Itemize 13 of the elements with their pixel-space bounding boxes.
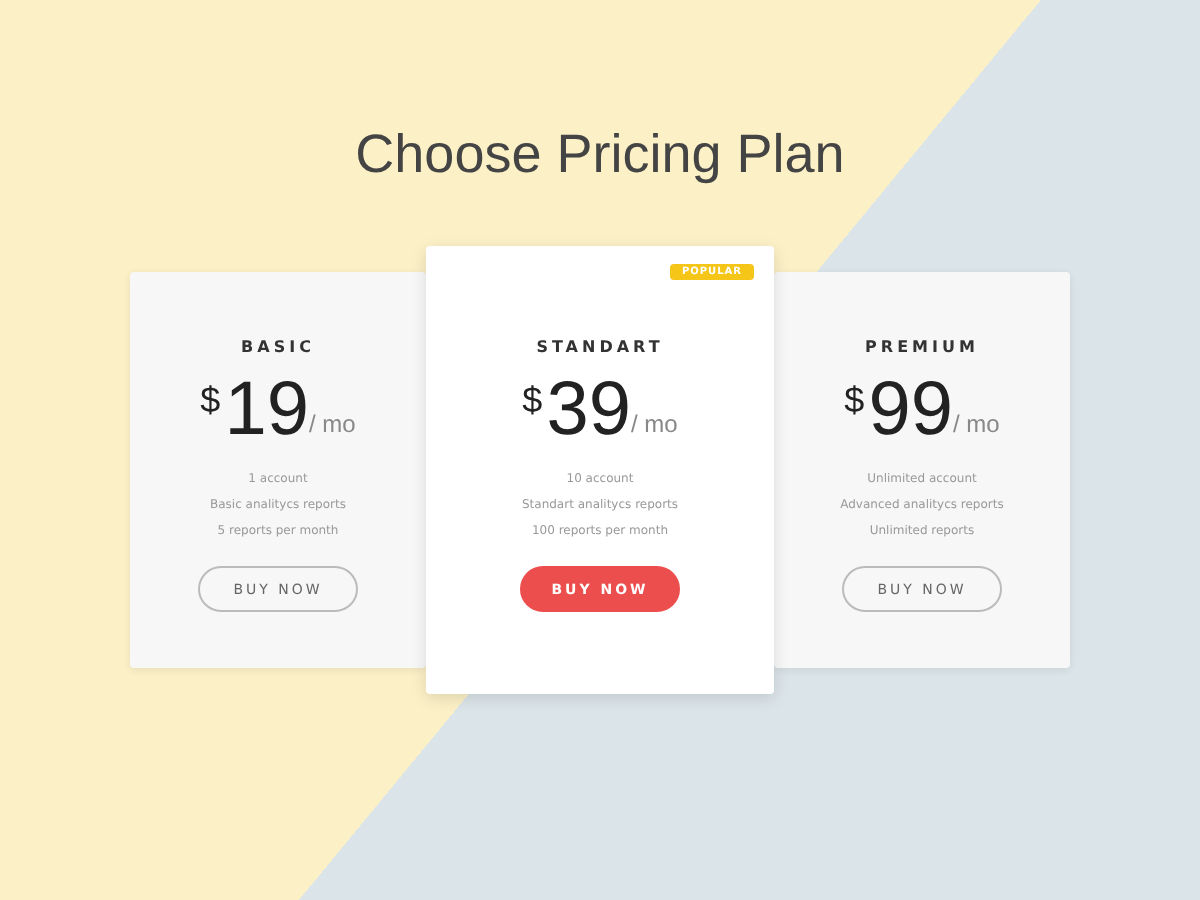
price-period: / mo [308, 410, 356, 438]
page-title: Choose Pricing Plan [355, 124, 845, 186]
price-amount: 39 [546, 372, 631, 448]
price-amount: 19 [224, 372, 309, 448]
currency-symbol: $ [200, 380, 221, 422]
price-period: / mo [952, 410, 1000, 438]
plan-name: STANDART [536, 338, 664, 356]
price-amount: 99 [868, 372, 953, 448]
price-period: / mo [630, 410, 678, 438]
plan-name: BASIC [241, 338, 315, 356]
plan-name: PREMIUM [865, 338, 979, 356]
currency-symbol: $ [844, 380, 865, 422]
currency-symbol: $ [522, 380, 543, 422]
